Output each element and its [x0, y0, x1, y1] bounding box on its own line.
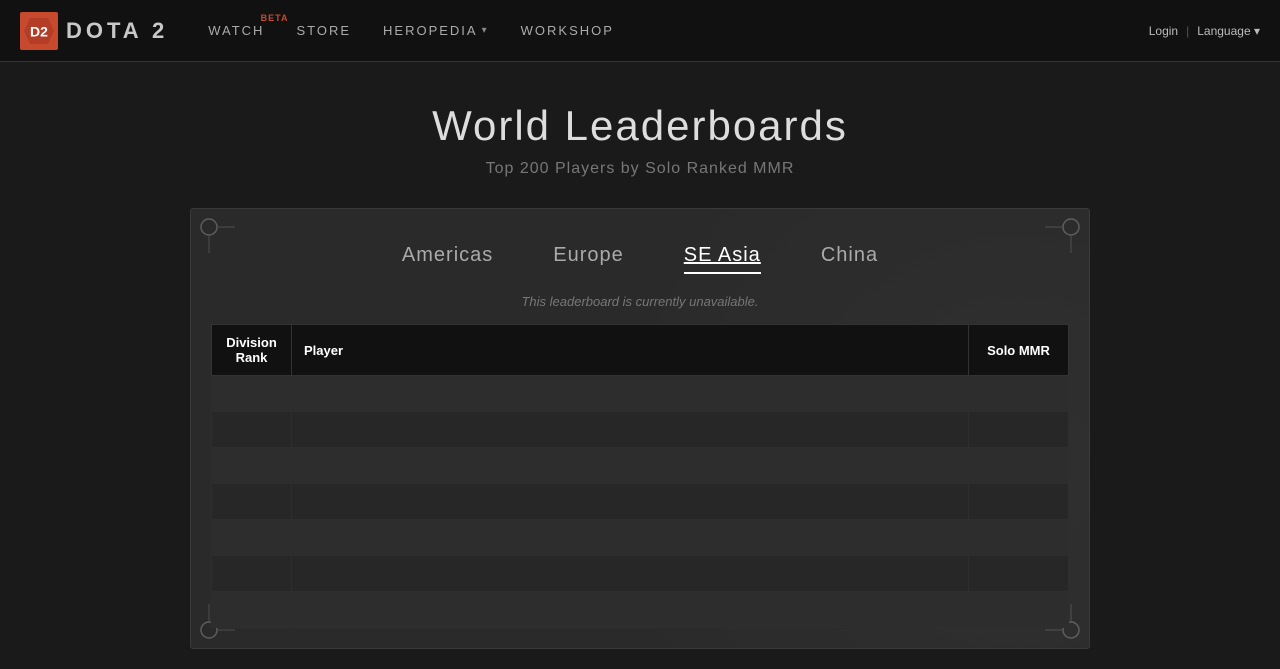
- page-subtitle: Top 200 Players by Solo Ranked MMR: [486, 160, 795, 178]
- page-title: World Leaderboards: [432, 102, 848, 150]
- nav-links: WATCH BETA STORE HEROPEDIA ▾ WORKSHOP: [208, 23, 1149, 38]
- heropedia-dropdown-icon: ▾: [482, 25, 489, 36]
- col-rank: DivisionRank: [212, 325, 292, 376]
- cell-player: [292, 520, 969, 556]
- table-row: [212, 376, 1069, 412]
- tab-americas[interactable]: Americas: [402, 239, 493, 274]
- cell-player: [292, 376, 969, 412]
- col-mmr: Solo MMR: [969, 325, 1069, 376]
- logo-text: DOTA 2: [66, 18, 168, 44]
- navigation: D2 DOTA 2 WATCH BETA STORE HEROPEDIA ▾ W…: [0, 0, 1280, 62]
- dota-logo-icon: D2: [20, 12, 58, 50]
- cell-rank: [212, 484, 292, 520]
- cell-mmr: [969, 592, 1069, 628]
- tab-china[interactable]: China: [821, 239, 878, 274]
- table-header-row: DivisionRank Player Solo MMR: [212, 325, 1069, 376]
- main-content: World Leaderboards Top 200 Players by So…: [0, 62, 1280, 669]
- cell-rank: [212, 448, 292, 484]
- language-dropdown-icon: ▾: [1254, 24, 1260, 38]
- cell-mmr: [969, 520, 1069, 556]
- language-link[interactable]: Language ▾: [1197, 24, 1260, 38]
- tab-europe[interactable]: Europe: [553, 239, 624, 274]
- table-row: [212, 484, 1069, 520]
- logo[interactable]: D2 DOTA 2: [20, 12, 168, 50]
- nav-watch[interactable]: WATCH BETA: [208, 23, 264, 38]
- table-row: [212, 448, 1069, 484]
- leaderboard-table: DivisionRank Player Solo MMR: [211, 324, 1069, 628]
- cell-mmr: [969, 556, 1069, 592]
- cell-player: [292, 556, 969, 592]
- cell-player: [292, 448, 969, 484]
- cell-rank: [212, 520, 292, 556]
- cell-rank: [212, 556, 292, 592]
- cell-rank: [212, 412, 292, 448]
- cell-rank: [212, 592, 292, 628]
- cell-player: [292, 484, 969, 520]
- login-link[interactable]: Login: [1149, 24, 1178, 38]
- cell-player: [292, 592, 969, 628]
- nav-store[interactable]: STORE: [296, 23, 351, 38]
- cell-mmr: [969, 448, 1069, 484]
- unavailable-message: This leaderboard is currently unavailabl…: [211, 294, 1069, 309]
- table-row: [212, 520, 1069, 556]
- table-row: [212, 556, 1069, 592]
- cell-mmr: [969, 412, 1069, 448]
- table-row: [212, 592, 1069, 628]
- nav-workshop[interactable]: WORKSHOP: [521, 23, 614, 38]
- nav-right: Login | Language ▾: [1149, 24, 1260, 38]
- cell-mmr: [969, 376, 1069, 412]
- col-player: Player: [292, 325, 969, 376]
- nav-heropedia[interactable]: HEROPEDIA ▾: [383, 23, 489, 38]
- cell-rank: [212, 376, 292, 412]
- cell-mmr: [969, 484, 1069, 520]
- leaderboard-panel: Americas Europe SE Asia China This leade…: [190, 208, 1090, 649]
- beta-badge: BETA: [261, 13, 289, 23]
- svg-text:D2: D2: [30, 23, 48, 39]
- tab-se-asia[interactable]: SE Asia: [684, 239, 761, 274]
- cell-player: [292, 412, 969, 448]
- region-tabs: Americas Europe SE Asia China: [211, 239, 1069, 274]
- table-row: [212, 412, 1069, 448]
- nav-divider: |: [1186, 24, 1189, 38]
